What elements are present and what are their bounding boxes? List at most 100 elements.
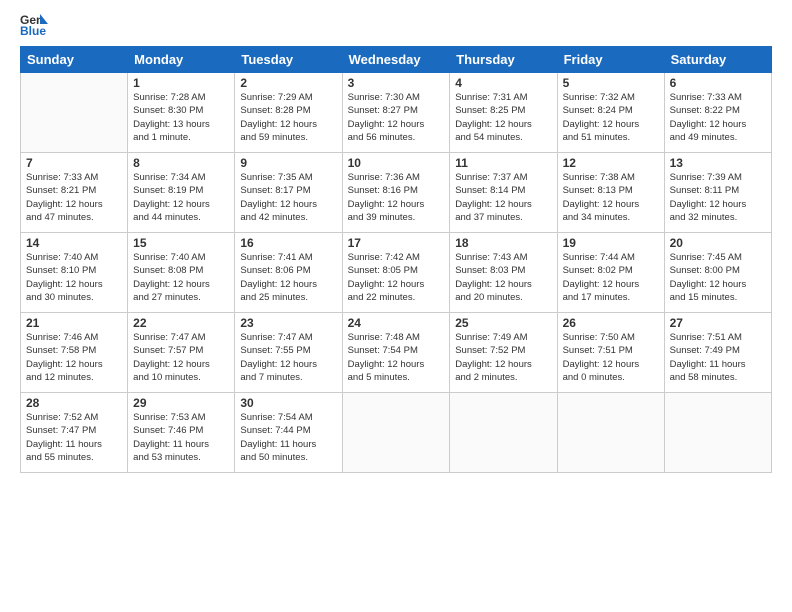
calendar-cell: 23Sunrise: 7:47 AM Sunset: 7:55 PM Dayli…	[235, 313, 342, 393]
calendar-cell: 8Sunrise: 7:34 AM Sunset: 8:19 PM Daylig…	[128, 153, 235, 233]
cell-content: Sunrise: 7:47 AM Sunset: 7:57 PM Dayligh…	[133, 331, 229, 384]
day-number: 19	[563, 236, 659, 250]
calendar-week-0: 1Sunrise: 7:28 AM Sunset: 8:30 PM Daylig…	[21, 73, 772, 153]
day-number: 12	[563, 156, 659, 170]
cell-content: Sunrise: 7:43 AM Sunset: 8:03 PM Dayligh…	[455, 251, 551, 304]
cell-content: Sunrise: 7:51 AM Sunset: 7:49 PM Dayligh…	[670, 331, 766, 384]
calendar-cell	[342, 393, 450, 473]
cell-content: Sunrise: 7:54 AM Sunset: 7:44 PM Dayligh…	[240, 411, 336, 464]
calendar-cell: 4Sunrise: 7:31 AM Sunset: 8:25 PM Daylig…	[450, 73, 557, 153]
day-header-thursday: Thursday	[450, 47, 557, 73]
day-number: 13	[670, 156, 766, 170]
calendar-cell: 16Sunrise: 7:41 AM Sunset: 8:06 PM Dayli…	[235, 233, 342, 313]
calendar-header-row: SundayMondayTuesdayWednesdayThursdayFrid…	[21, 47, 772, 73]
cell-content: Sunrise: 7:37 AM Sunset: 8:14 PM Dayligh…	[455, 171, 551, 224]
day-header-wednesday: Wednesday	[342, 47, 450, 73]
calendar-cell: 28Sunrise: 7:52 AM Sunset: 7:47 PM Dayli…	[21, 393, 128, 473]
cell-content: Sunrise: 7:42 AM Sunset: 8:05 PM Dayligh…	[348, 251, 445, 304]
calendar-cell: 13Sunrise: 7:39 AM Sunset: 8:11 PM Dayli…	[664, 153, 771, 233]
calendar-cell: 29Sunrise: 7:53 AM Sunset: 7:46 PM Dayli…	[128, 393, 235, 473]
day-number: 1	[133, 76, 229, 90]
cell-content: Sunrise: 7:30 AM Sunset: 8:27 PM Dayligh…	[348, 91, 445, 144]
calendar-week-4: 28Sunrise: 7:52 AM Sunset: 7:47 PM Dayli…	[21, 393, 772, 473]
calendar-cell: 24Sunrise: 7:48 AM Sunset: 7:54 PM Dayli…	[342, 313, 450, 393]
calendar-cell: 17Sunrise: 7:42 AM Sunset: 8:05 PM Dayli…	[342, 233, 450, 313]
calendar-cell: 10Sunrise: 7:36 AM Sunset: 8:16 PM Dayli…	[342, 153, 450, 233]
day-number: 25	[455, 316, 551, 330]
cell-content: Sunrise: 7:40 AM Sunset: 8:10 PM Dayligh…	[26, 251, 122, 304]
calendar-cell: 11Sunrise: 7:37 AM Sunset: 8:14 PM Dayli…	[450, 153, 557, 233]
cell-content: Sunrise: 7:53 AM Sunset: 7:46 PM Dayligh…	[133, 411, 229, 464]
cell-content: Sunrise: 7:29 AM Sunset: 8:28 PM Dayligh…	[240, 91, 336, 144]
calendar-cell: 19Sunrise: 7:44 AM Sunset: 8:02 PM Dayli…	[557, 233, 664, 313]
calendar-cell: 14Sunrise: 7:40 AM Sunset: 8:10 PM Dayli…	[21, 233, 128, 313]
day-number: 6	[670, 76, 766, 90]
cell-content: Sunrise: 7:34 AM Sunset: 8:19 PM Dayligh…	[133, 171, 229, 224]
cell-content: Sunrise: 7:28 AM Sunset: 8:30 PM Dayligh…	[133, 91, 229, 144]
day-header-sunday: Sunday	[21, 47, 128, 73]
calendar-week-3: 21Sunrise: 7:46 AM Sunset: 7:58 PM Dayli…	[21, 313, 772, 393]
logo: Gen Blue	[20, 10, 52, 38]
day-number: 8	[133, 156, 229, 170]
day-number: 11	[455, 156, 551, 170]
day-header-monday: Monday	[128, 47, 235, 73]
calendar-cell: 22Sunrise: 7:47 AM Sunset: 7:57 PM Dayli…	[128, 313, 235, 393]
calendar-week-2: 14Sunrise: 7:40 AM Sunset: 8:10 PM Dayli…	[21, 233, 772, 313]
page-header: Gen Blue	[20, 10, 772, 38]
day-number: 16	[240, 236, 336, 250]
calendar-cell: 18Sunrise: 7:43 AM Sunset: 8:03 PM Dayli…	[450, 233, 557, 313]
calendar-cell: 15Sunrise: 7:40 AM Sunset: 8:08 PM Dayli…	[128, 233, 235, 313]
day-number: 30	[240, 396, 336, 410]
cell-content: Sunrise: 7:49 AM Sunset: 7:52 PM Dayligh…	[455, 331, 551, 384]
cell-content: Sunrise: 7:36 AM Sunset: 8:16 PM Dayligh…	[348, 171, 445, 224]
calendar-cell: 1Sunrise: 7:28 AM Sunset: 8:30 PM Daylig…	[128, 73, 235, 153]
cell-content: Sunrise: 7:48 AM Sunset: 7:54 PM Dayligh…	[348, 331, 445, 384]
calendar-cell: 6Sunrise: 7:33 AM Sunset: 8:22 PM Daylig…	[664, 73, 771, 153]
cell-content: Sunrise: 7:47 AM Sunset: 7:55 PM Dayligh…	[240, 331, 336, 384]
day-number: 2	[240, 76, 336, 90]
cell-content: Sunrise: 7:33 AM Sunset: 8:22 PM Dayligh…	[670, 91, 766, 144]
cell-content: Sunrise: 7:46 AM Sunset: 7:58 PM Dayligh…	[26, 331, 122, 384]
calendar-cell: 12Sunrise: 7:38 AM Sunset: 8:13 PM Dayli…	[557, 153, 664, 233]
cell-content: Sunrise: 7:32 AM Sunset: 8:24 PM Dayligh…	[563, 91, 659, 144]
day-header-friday: Friday	[557, 47, 664, 73]
day-header-saturday: Saturday	[664, 47, 771, 73]
day-number: 5	[563, 76, 659, 90]
day-number: 28	[26, 396, 122, 410]
calendar-cell: 2Sunrise: 7:29 AM Sunset: 8:28 PM Daylig…	[235, 73, 342, 153]
day-number: 29	[133, 396, 229, 410]
calendar-table: SundayMondayTuesdayWednesdayThursdayFrid…	[20, 46, 772, 473]
calendar-cell	[450, 393, 557, 473]
day-number: 21	[26, 316, 122, 330]
calendar-cell: 20Sunrise: 7:45 AM Sunset: 8:00 PM Dayli…	[664, 233, 771, 313]
day-number: 7	[26, 156, 122, 170]
day-number: 26	[563, 316, 659, 330]
day-number: 15	[133, 236, 229, 250]
cell-content: Sunrise: 7:44 AM Sunset: 8:02 PM Dayligh…	[563, 251, 659, 304]
calendar-cell: 27Sunrise: 7:51 AM Sunset: 7:49 PM Dayli…	[664, 313, 771, 393]
cell-content: Sunrise: 7:39 AM Sunset: 8:11 PM Dayligh…	[670, 171, 766, 224]
calendar-week-1: 7Sunrise: 7:33 AM Sunset: 8:21 PM Daylig…	[21, 153, 772, 233]
day-number: 14	[26, 236, 122, 250]
calendar-cell: 3Sunrise: 7:30 AM Sunset: 8:27 PM Daylig…	[342, 73, 450, 153]
cell-content: Sunrise: 7:31 AM Sunset: 8:25 PM Dayligh…	[455, 91, 551, 144]
day-number: 22	[133, 316, 229, 330]
cell-content: Sunrise: 7:52 AM Sunset: 7:47 PM Dayligh…	[26, 411, 122, 464]
cell-content: Sunrise: 7:45 AM Sunset: 8:00 PM Dayligh…	[670, 251, 766, 304]
day-number: 23	[240, 316, 336, 330]
cell-content: Sunrise: 7:40 AM Sunset: 8:08 PM Dayligh…	[133, 251, 229, 304]
day-header-tuesday: Tuesday	[235, 47, 342, 73]
day-number: 18	[455, 236, 551, 250]
day-number: 20	[670, 236, 766, 250]
calendar-cell: 5Sunrise: 7:32 AM Sunset: 8:24 PM Daylig…	[557, 73, 664, 153]
day-number: 9	[240, 156, 336, 170]
day-number: 4	[455, 76, 551, 90]
calendar-cell	[21, 73, 128, 153]
calendar-cell: 21Sunrise: 7:46 AM Sunset: 7:58 PM Dayli…	[21, 313, 128, 393]
calendar-cell: 7Sunrise: 7:33 AM Sunset: 8:21 PM Daylig…	[21, 153, 128, 233]
logo-icon: Gen Blue	[20, 10, 48, 38]
day-number: 3	[348, 76, 445, 90]
calendar-cell	[557, 393, 664, 473]
cell-content: Sunrise: 7:35 AM Sunset: 8:17 PM Dayligh…	[240, 171, 336, 224]
cell-content: Sunrise: 7:38 AM Sunset: 8:13 PM Dayligh…	[563, 171, 659, 224]
